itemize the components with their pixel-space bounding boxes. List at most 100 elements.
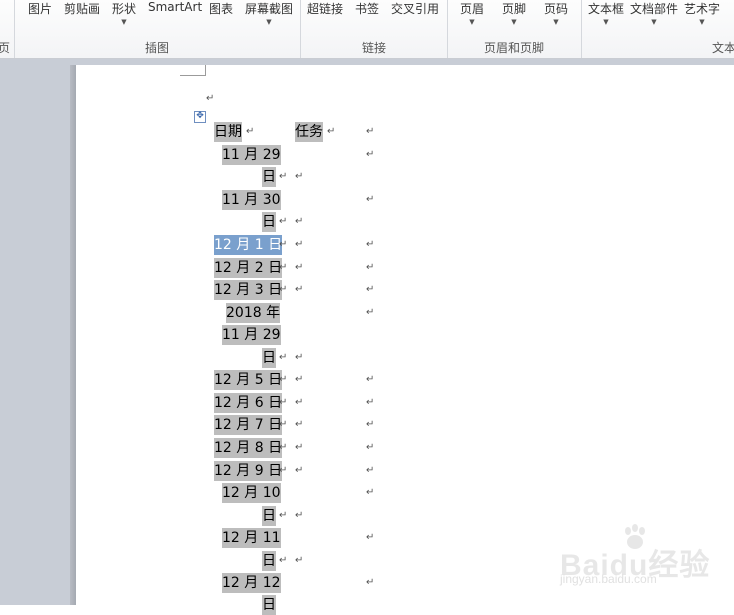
table-cell-date[interactable]: 12 月 8 日 (214, 438, 283, 458)
ribbon-group-label-partial: 页 (0, 41, 11, 55)
wordart-button[interactable]: 艺术字 ▼ (684, 0, 720, 36)
table-cell-date[interactable]: 12 月 11 (222, 528, 281, 548)
table-cell-date-selected[interactable]: 12 月 1 日 (214, 235, 283, 255)
table-cell-date[interactable]: 11 月 30 (222, 190, 281, 210)
ribbon-group-label: 链接 (362, 41, 387, 55)
table-cell-date[interactable]: 日 (262, 167, 276, 187)
table-cell-date[interactable]: 12 月 9 日 (214, 461, 283, 481)
table-header-date[interactable]: 日期 (214, 122, 242, 142)
cell-end-mark-icon: ↵ (295, 419, 304, 430)
cell-end-mark-icon: ↵ (279, 239, 288, 250)
cell-end-mark-icon: ↵ (295, 374, 304, 385)
cell-end-mark-icon: ↵ (279, 397, 288, 408)
row-end-mark-icon: ↵ (366, 149, 375, 160)
row-end-mark-icon: ↵ (366, 487, 375, 498)
header-button[interactable]: 页眉 ▼ (460, 0, 484, 36)
cell-end-mark-icon: ↵ (295, 442, 304, 453)
clipart-button[interactable]: 剪贴画 (64, 0, 100, 36)
dropdown-arrow-icon: ▼ (469, 18, 475, 26)
cell-end-mark-icon: ↵ (246, 126, 255, 137)
bookmark-button[interactable]: 书签 (355, 0, 379, 36)
page-number-button[interactable]: 页码 ▼ (544, 0, 568, 36)
cross-reference-button[interactable]: 交叉引用 (391, 0, 439, 36)
shapes-button[interactable]: 形状 ▼ (112, 0, 136, 36)
cell-end-mark-icon: ↵ (279, 171, 288, 182)
ribbon-group-label: 文本 (712, 41, 734, 55)
table-header-task[interactable]: 任务 (295, 122, 323, 142)
table-cell-date[interactable]: 12 月 6 日 (214, 393, 283, 413)
dropdown-arrow-icon: ▼ (699, 18, 705, 26)
table-cell-date[interactable]: 12 月 5 日 (214, 370, 283, 390)
cell-end-mark-icon: ↵ (295, 465, 304, 476)
quick-parts-button[interactable]: 文档部件 ▼ (630, 0, 678, 36)
baidu-jingyan-watermark: Baidu经验 jingyan.baidu.com (560, 520, 730, 600)
table-cell-date[interactable]: 12 月 7 日 (214, 415, 283, 435)
cell-end-mark-icon: ↵ (295, 555, 304, 566)
row-end-mark-icon: ↵ (366, 126, 375, 137)
ribbon-group-header-footer: 页眉 ▼ 页脚 ▼ 页码 ▼ 页眉和页脚 (448, 0, 581, 58)
table-cell-date[interactable]: 12 月 2 日 (214, 258, 283, 278)
cell-end-mark-icon: ↵ (279, 442, 288, 453)
cell-end-mark-icon: ↵ (295, 397, 304, 408)
row-end-mark-icon: ↵ (366, 374, 375, 385)
table-cell-date[interactable]: 日 (262, 551, 276, 571)
cell-end-mark-icon: ↵ (295, 284, 304, 295)
cell-end-mark-icon: ↵ (295, 352, 304, 363)
table-cell-date[interactable]: 日 (262, 506, 276, 526)
footer-button[interactable]: 页脚 ▼ (502, 0, 526, 36)
table-cell-date[interactable]: 11 月 29 (222, 325, 281, 345)
cell-end-mark-icon: ↵ (295, 216, 304, 227)
row-end-mark-icon: ↵ (366, 577, 375, 588)
row-end-mark-icon: ↵ (366, 194, 375, 205)
table-move-handle-icon[interactable]: ✥ (194, 111, 206, 123)
cell-end-mark-icon: ↵ (279, 262, 288, 273)
table-cell-date[interactable]: 12 月 3 日 (214, 280, 283, 300)
cell-end-mark-icon: ↵ (327, 126, 336, 137)
margin-corner-mark (180, 65, 206, 76)
table-cell-date[interactable]: 2018 年 (226, 303, 281, 323)
hyperlink-button[interactable]: 超链接 (307, 0, 343, 36)
row-end-mark-icon: ↵ (366, 262, 375, 273)
table-cell-date[interactable]: 日 (262, 212, 276, 232)
cell-end-mark-icon: ↵ (279, 555, 288, 566)
row-end-mark-icon: ↵ (366, 442, 375, 453)
cell-end-mark-icon: ↵ (295, 171, 304, 182)
ribbon-insert-tab: 页 图片 剪贴画 形状 ▼ SmartArt 图表 屏幕截图 ▼ 插图 超链接 书签… (0, 0, 734, 59)
cell-end-mark-icon: ↵ (279, 465, 288, 476)
chart-button[interactable]: 图表 (209, 0, 233, 36)
cell-end-mark-icon: ↵ (279, 374, 288, 385)
cell-end-mark-icon: ↵ (279, 216, 288, 227)
table-cell-date[interactable]: 12 月 12 (222, 573, 281, 593)
row-end-mark-icon: ↵ (366, 239, 375, 250)
table-cell-date[interactable]: 日 (262, 595, 276, 615)
dropdown-arrow-icon: ▼ (651, 18, 657, 26)
row-end-mark-icon: ↵ (366, 419, 375, 430)
ribbon-group-label: 插图 (145, 41, 170, 55)
cell-end-mark-icon: ↵ (295, 239, 304, 250)
paragraph-mark-icon: ↵ (206, 93, 215, 104)
ribbon-group-label: 页眉和页脚 (484, 41, 545, 55)
cell-end-mark-icon: ↵ (279, 352, 288, 363)
row-end-mark-icon: ↵ (366, 465, 375, 476)
watermark-url: jingyan.baidu.com (560, 572, 657, 586)
dropdown-arrow-icon: ▼ (266, 18, 272, 26)
textbox-button[interactable]: 文本框 ▼ (588, 0, 624, 36)
table-cell-date[interactable]: 12 月 10 (222, 483, 281, 503)
table-cell-date[interactable]: 11 月 29 (222, 145, 281, 165)
smartart-button[interactable]: SmartArt (148, 0, 202, 36)
cell-end-mark-icon: ↵ (279, 284, 288, 295)
row-end-mark-icon: ↵ (366, 397, 375, 408)
cell-end-mark-icon: ↵ (279, 419, 288, 430)
dropdown-arrow-icon: ▼ (511, 18, 517, 26)
ribbon-group-text: 文本框 ▼ 文档部件 ▼ 艺术字 ▼ 文本 (582, 0, 734, 58)
cell-end-mark-icon: ↵ (279, 510, 288, 521)
table-cell-date[interactable]: 日 (262, 348, 276, 368)
dropdown-arrow-icon: ▼ (603, 18, 609, 26)
row-end-mark-icon: ↵ (366, 284, 375, 295)
ribbon-group-illustrations: 图片 剪贴画 形状 ▼ SmartArt 图表 屏幕截图 ▼ 插图 (15, 0, 300, 58)
picture-button[interactable]: 图片 (28, 0, 52, 36)
dropdown-arrow-icon: ▼ (553, 18, 559, 26)
cell-end-mark-icon: ↵ (295, 262, 304, 273)
screenshot-button[interactable]: 屏幕截图 ▼ (245, 0, 293, 36)
row-end-mark-icon: ↵ (366, 307, 375, 318)
